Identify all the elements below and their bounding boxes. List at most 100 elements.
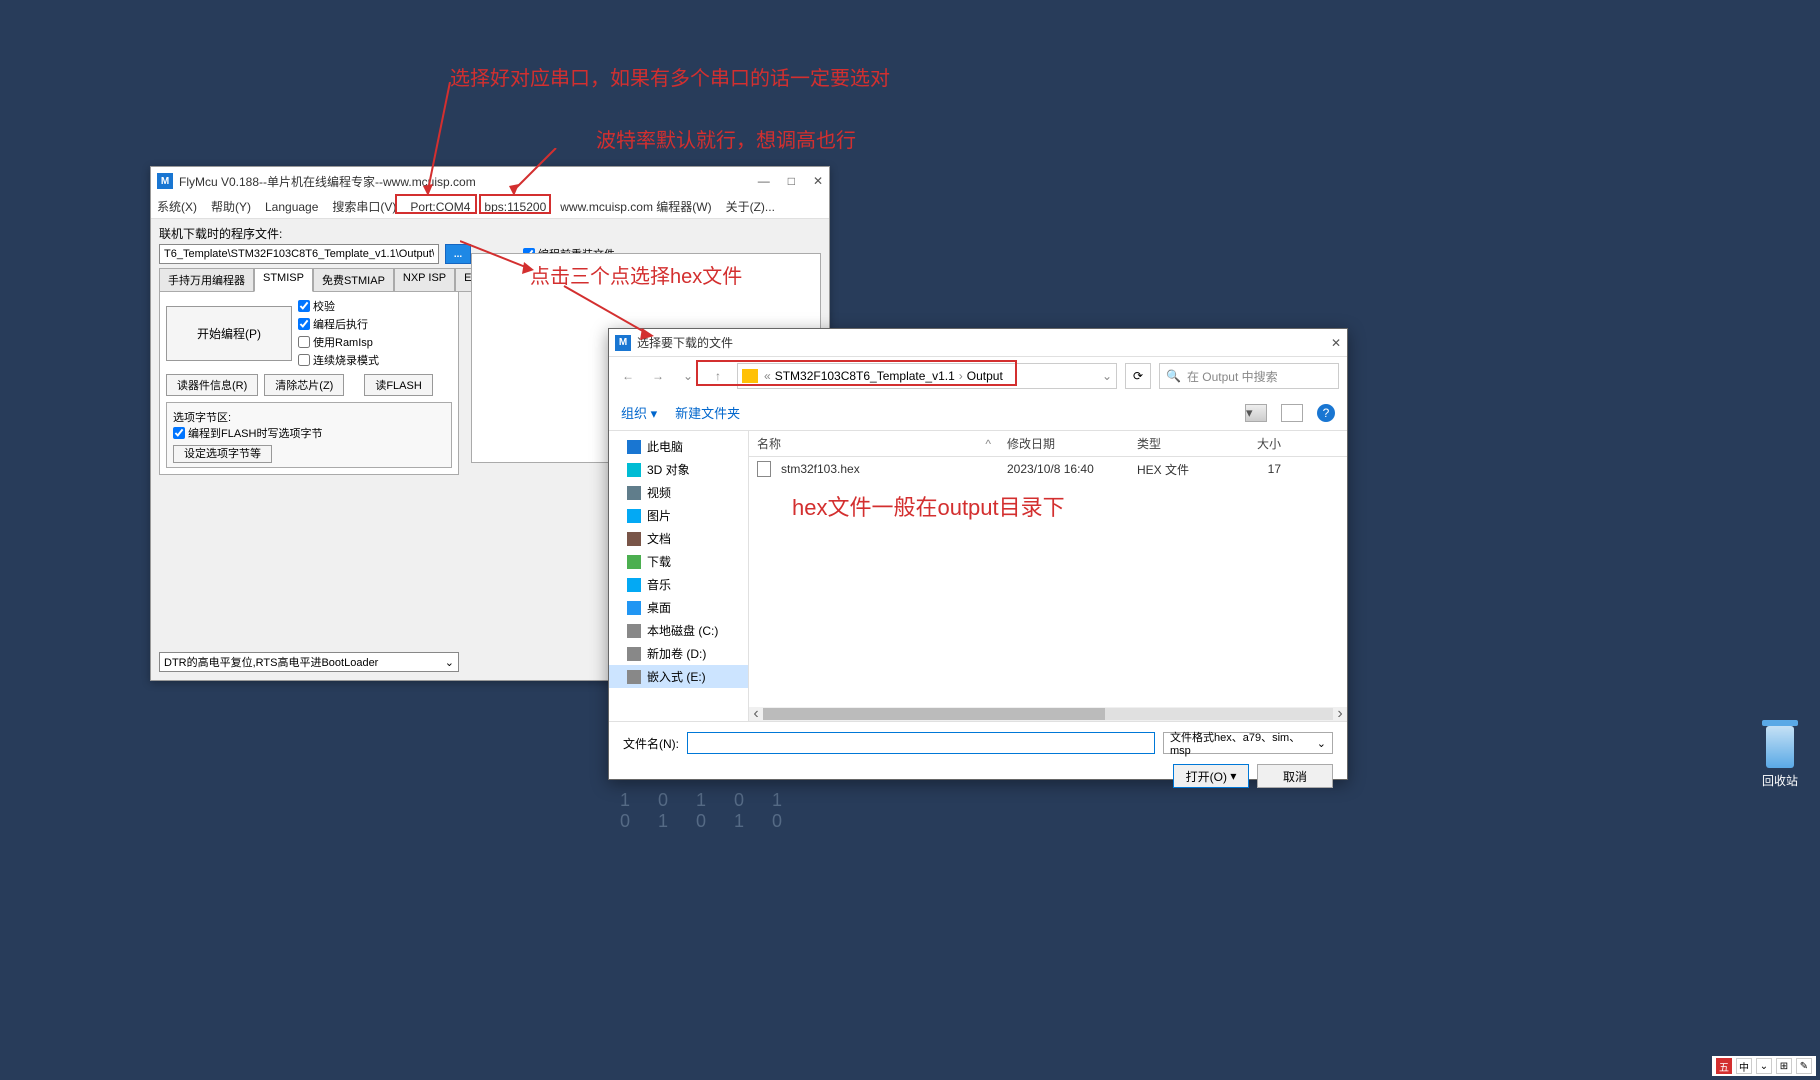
menu-port[interactable]: Port:COM4 — [410, 200, 470, 214]
downloads-icon — [627, 555, 641, 569]
verify-checkbox[interactable]: 校验 — [298, 298, 379, 314]
video-icon — [627, 486, 641, 500]
sidebar-music[interactable]: 音乐 — [609, 573, 748, 596]
view-mode-button[interactable]: ▾ — [1245, 404, 1267, 422]
sidebar-disk-d[interactable]: 新加卷 (D:) — [609, 642, 748, 665]
tab-nxpisp[interactable]: NXP ISP — [394, 268, 455, 292]
new-folder-button[interactable]: 新建文件夹 — [675, 403, 740, 422]
maximize-button[interactable]: □ — [788, 174, 795, 188]
file-list: 名称^ 修改日期 类型 大小 stm32f103.hex 2023/10/8 1… — [749, 431, 1347, 721]
sidebar-pictures[interactable]: 图片 — [609, 504, 748, 527]
sidebar-documents[interactable]: 文档 — [609, 527, 748, 550]
sidebar-downloads[interactable]: 下载 — [609, 550, 748, 573]
annotation-port: 选择好对应串口，如果有多个串口的话一定要选对 — [450, 62, 890, 91]
disk-icon — [627, 624, 641, 638]
option-label: 选项字节区: — [173, 409, 445, 425]
breadcrumb-2[interactable]: Output — [963, 369, 1007, 383]
annotation-browse: 点击三个点选择hex文件 — [530, 260, 742, 289]
search-icon: 🔍 — [1166, 369, 1181, 383]
option-bytes-group: 选项字节区: 编程到FLASH时写选项字节 设定选项字节等 — [166, 402, 452, 468]
ime-indicator[interactable]: 五 中 ⌄ ⊞ ✎ — [1712, 1056, 1816, 1076]
tab-stmisp[interactable]: STMISP — [254, 268, 313, 292]
file-filter-dropdown[interactable]: 文件格式hex、a79、sim、msp⌄ — [1163, 732, 1333, 754]
scroll-thumb[interactable] — [763, 708, 1105, 720]
sidebar-disk-e[interactable]: 嵌入式 (E:) — [609, 665, 748, 688]
cancel-button[interactable]: 取消 — [1257, 764, 1333, 788]
app-icon: M — [157, 173, 173, 189]
write-option-checkbox[interactable]: 编程到FLASH时写选项字节 — [173, 425, 445, 441]
start-program-button[interactable]: 开始编程(P) — [166, 306, 292, 361]
disk-icon — [627, 670, 641, 684]
run-after-checkbox[interactable]: 编程后执行 — [298, 316, 379, 332]
chevron-down-icon: ⌄ — [1317, 737, 1326, 750]
minimize-button[interactable]: — — [758, 174, 770, 188]
desktop-icon — [627, 601, 641, 615]
horizontal-scrollbar[interactable]: ‹ › — [749, 707, 1347, 721]
chevron-down-icon: ⌄ — [445, 656, 454, 669]
folder-icon — [742, 369, 758, 383]
breadcrumb-bar[interactable]: « STM32F103C8T6_Template_v1.1 › Output ⌄ — [737, 363, 1117, 389]
refresh-button[interactable]: ⟳ — [1125, 363, 1151, 389]
sidebar-disk-c[interactable]: 本地磁盘 (C:) — [609, 619, 748, 642]
filename-input[interactable] — [687, 732, 1155, 754]
tab-stmiap[interactable]: 免费STMIAP — [313, 268, 394, 292]
preview-pane-button[interactable] — [1281, 404, 1303, 422]
menu-system[interactable]: 系统(X) — [157, 198, 197, 215]
chevron-down-icon[interactable]: ⌄ — [1102, 369, 1112, 383]
music-icon — [627, 578, 641, 592]
sidebar-tree[interactable]: 此电脑 3D 对象 视频 图片 文档 下载 音乐 桌面 本地磁盘 (C:) 新加… — [609, 431, 749, 721]
recycle-bin-label: 回收站 — [1760, 772, 1800, 789]
filedlg-title: 选择要下载的文件 — [637, 334, 733, 351]
sidebar-thispc[interactable]: 此电脑 — [609, 435, 748, 458]
erase-button[interactable]: 清除芯片(Z) — [264, 374, 344, 396]
reset-mode-dropdown[interactable]: DTR的高电平复位,RTS高电平进BootLoader⌄ — [159, 652, 459, 672]
disk-icon — [627, 647, 641, 661]
browse-button[interactable]: ... — [445, 244, 471, 264]
organize-menu[interactable]: 组织 ▾ — [621, 403, 657, 422]
read-info-button[interactable]: 读器件信息(R) — [166, 374, 258, 396]
sidebar-desktop[interactable]: 桌面 — [609, 596, 748, 619]
app-icon: M — [615, 335, 631, 351]
search-input[interactable]: 🔍 在 Output 中搜索 — [1159, 363, 1339, 389]
menu-site[interactable]: www.mcuisp.com 编程器(W) — [560, 198, 711, 215]
read-flash-button[interactable]: 读FLASH — [364, 374, 432, 396]
tab-handheld[interactable]: 手持万用编程器 — [159, 268, 254, 292]
filedlg-titlebar[interactable]: M 选择要下载的文件 ✕ — [609, 329, 1347, 357]
annotation-output: hex文件一般在output目录下 — [792, 490, 1065, 522]
nav-up-button[interactable]: ↑ — [707, 365, 729, 387]
help-button[interactable]: ? — [1317, 404, 1335, 422]
file-path-input[interactable] — [159, 244, 439, 264]
recycle-bin[interactable]: 回收站 — [1760, 720, 1800, 789]
pc-icon — [627, 440, 641, 454]
flymcu-title: FlyMcu V0.188--单片机在线编程专家--www.mcuisp.com — [179, 173, 476, 190]
file-list-header[interactable]: 名称^ 修改日期 类型 大小 — [749, 431, 1347, 457]
flymcu-menubar: 系统(X) 帮助(Y) Language 搜索串口(V) Port:COM4 b… — [151, 195, 829, 219]
file-icon — [757, 461, 771, 477]
scroll-left-button[interactable]: ‹ — [749, 705, 763, 723]
menu-search-port[interactable]: 搜索串口(V) — [332, 198, 396, 215]
menu-bps[interactable]: bps:115200 — [484, 200, 546, 214]
flymcu-titlebar[interactable]: M FlyMcu V0.188--单片机在线编程专家--www.mcuisp.c… — [151, 167, 829, 195]
nav-forward-button[interactable]: → — [647, 365, 669, 387]
file-row[interactable]: stm32f103.hex 2023/10/8 16:40 HEX 文件 17 — [749, 457, 1347, 481]
file-toolbar: 组织 ▾ 新建文件夹 ▾ ? — [609, 395, 1347, 431]
annotation-bps: 波特率默认就行，想调高也行 — [596, 124, 856, 153]
menu-help[interactable]: 帮助(Y) — [211, 198, 251, 215]
objects3d-icon — [627, 463, 641, 477]
nav-back-button[interactable]: ← — [617, 365, 639, 387]
continuous-checkbox[interactable]: 连续烧录模式 — [298, 352, 379, 368]
filedlg-close-button[interactable]: ✕ — [1331, 336, 1341, 350]
menu-language[interactable]: Language — [265, 200, 318, 214]
sidebar-video[interactable]: 视频 — [609, 481, 748, 504]
menu-about[interactable]: 关于(Z)... — [726, 198, 775, 215]
set-option-button[interactable]: 设定选项字节等 — [173, 445, 272, 463]
sidebar-3dobjects[interactable]: 3D 对象 — [609, 458, 748, 481]
breadcrumb-1[interactable]: STM32F103C8T6_Template_v1.1 — [771, 369, 959, 383]
file-open-dialog: M 选择要下载的文件 ✕ ← → ⌄ ↑ « STM32F103C8T6_Tem… — [608, 328, 1348, 780]
scroll-right-button[interactable]: › — [1333, 705, 1347, 723]
open-button[interactable]: 打开(O) ▾ — [1173, 764, 1249, 788]
file-label: 联机下载时的程序文件: — [159, 225, 821, 242]
nav-recent-button[interactable]: ⌄ — [677, 365, 699, 387]
close-button[interactable]: ✕ — [813, 174, 823, 188]
ramisp-checkbox[interactable]: 使用RamIsp — [298, 334, 379, 350]
